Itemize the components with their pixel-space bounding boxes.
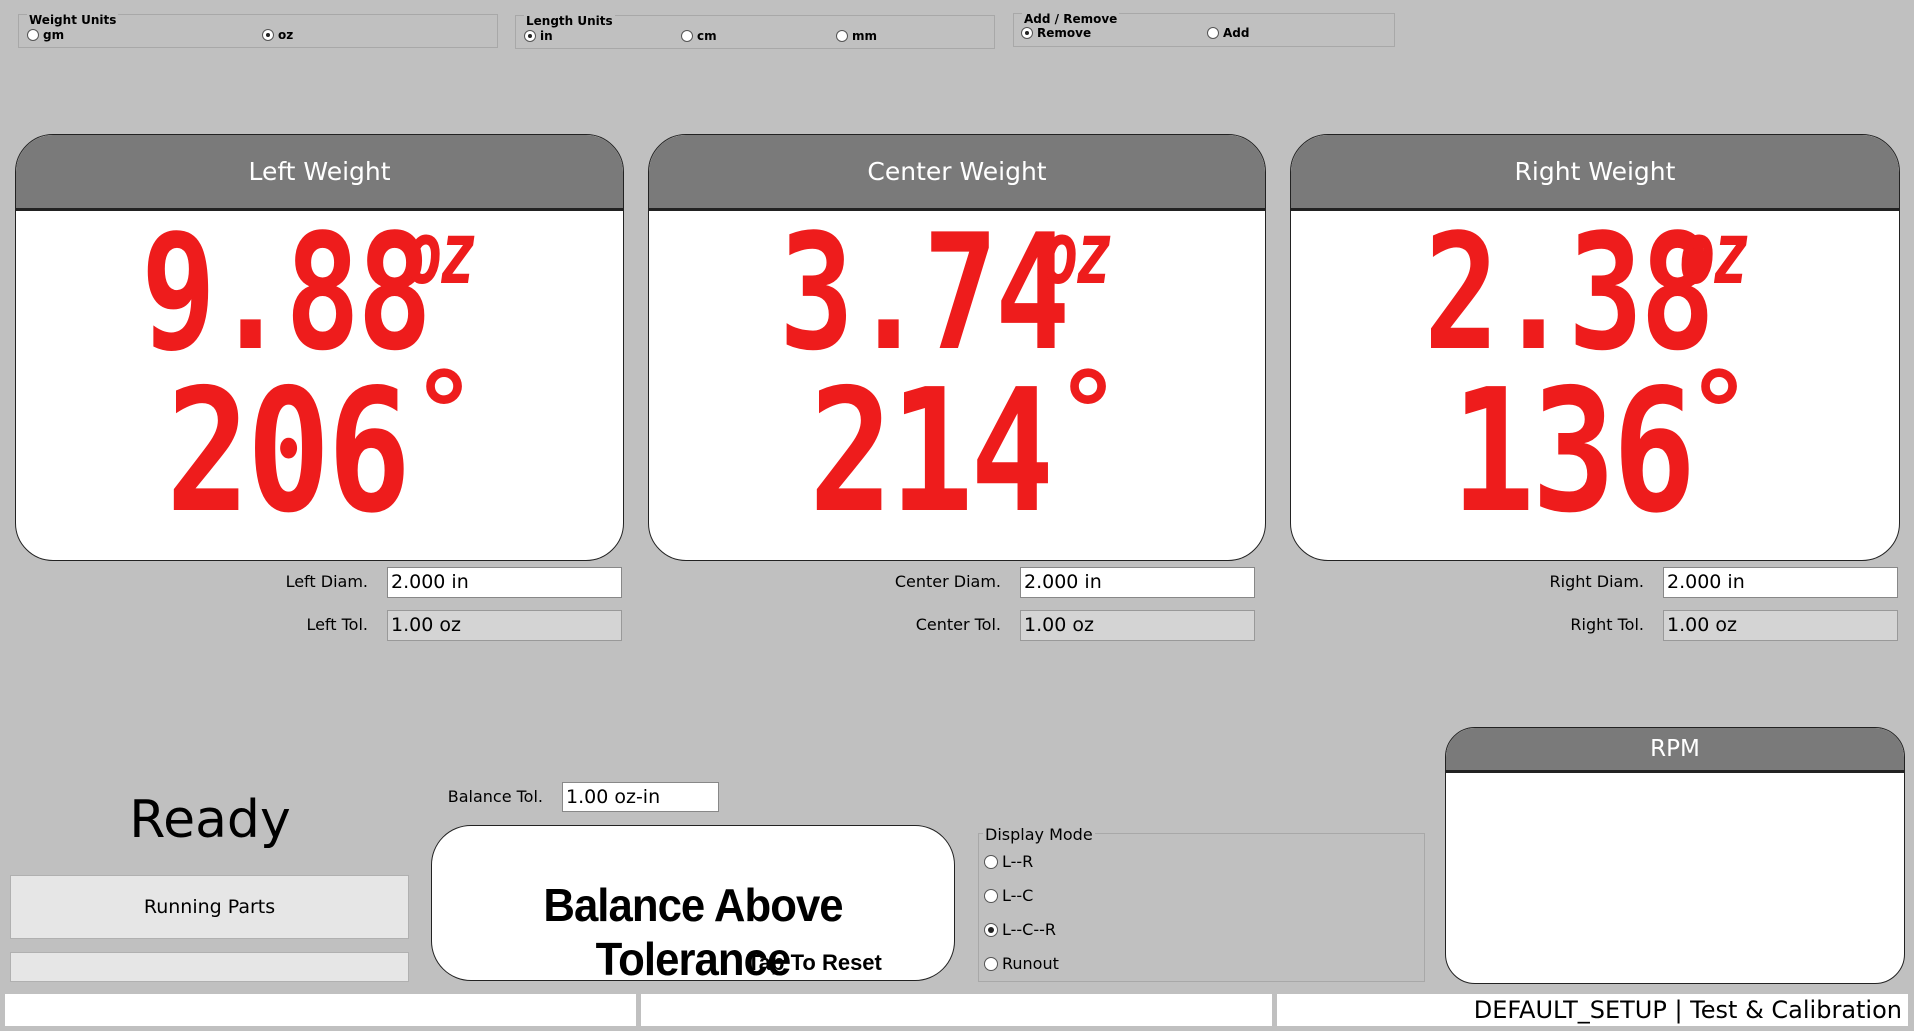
add-label: Add: [1223, 26, 1250, 40]
left-weight-unit: oz: [406, 204, 476, 304]
machine-state-text: Ready: [129, 790, 291, 850]
status-bar-cell-1: [5, 994, 636, 1026]
balance-tol-label: Balance Tol.: [447, 787, 543, 806]
add-option[interactable]: Add: [1207, 26, 1249, 40]
right-weight-unit: oz: [1679, 204, 1749, 304]
remove-label: Remove: [1037, 26, 1092, 40]
radio-button-selected[interactable]: [984, 922, 998, 937]
right-weight-value: 2.38: [1424, 199, 1715, 386]
weight-unit-oz-option[interactable]: oz: [262, 28, 293, 42]
center-weight-unit: oz: [1042, 204, 1112, 304]
center-weight-panel: Center Weight 3.74 oz 214 °: [648, 134, 1266, 561]
display-mode-l-r-option[interactable]: L--R: [984, 852, 1033, 871]
length-units-title: Length Units: [524, 14, 615, 28]
right-angle-value: 136: [1451, 353, 1696, 551]
center-tol-field: 1.00 oz: [1020, 610, 1255, 641]
remove-option[interactable]: Remove: [1021, 26, 1091, 40]
weight-unit-gm-label: gm: [43, 28, 65, 42]
radio-button[interactable]: [836, 30, 848, 42]
status-bar-cell-3: DEFAULT_SETUP | Test & Calibration: [1277, 994, 1908, 1026]
rpm-panel: RPM: [1445, 727, 1905, 984]
radio-button[interactable]: [984, 956, 998, 971]
display-mode-l-r-label: L--R: [1002, 852, 1034, 871]
center-degree-symbol: °: [1055, 348, 1121, 476]
radio-button-selected[interactable]: [524, 30, 536, 42]
left-degree-symbol: °: [411, 348, 477, 476]
display-mode-runout-label: Runout: [1002, 954, 1059, 973]
left-tol-field: 1.00 oz: [387, 610, 622, 641]
length-unit-mm-option[interactable]: mm: [836, 29, 877, 43]
length-units-group: Length Units in cm mm: [515, 14, 995, 49]
length-unit-in-label: in: [540, 29, 553, 43]
running-parts-button[interactable]: Running Parts: [10, 875, 409, 939]
center-tol-label: Center Tol.: [915, 615, 1001, 634]
length-unit-cm-label: cm: [697, 29, 717, 43]
center-angle-value: 214: [809, 353, 1054, 551]
right-diam-input[interactable]: 2.000 in: [1663, 567, 1898, 598]
display-mode-l-c-label: L--C: [1002, 886, 1034, 905]
tap-to-reset-hint: Tap To Reset: [747, 950, 882, 975]
left-diam-input[interactable]: 2.000 in: [387, 567, 622, 598]
display-mode-l-c-option[interactable]: L--C: [984, 886, 1033, 905]
display-mode-group: Display Mode L--R L--C L--C--R Runout: [978, 826, 1425, 982]
display-mode-l-c-r-option[interactable]: L--C--R: [984, 920, 1056, 939]
radio-button[interactable]: [984, 854, 998, 869]
center-diam-input[interactable]: 2.000 in: [1020, 567, 1255, 598]
left-angle-value: 206: [166, 353, 411, 551]
setup-name-text: DEFAULT_SETUP | Test & Calibration: [1473, 996, 1902, 1024]
left-weight-value: 9.88: [141, 199, 432, 386]
length-unit-in-option[interactable]: in: [524, 29, 553, 43]
status-bar-cell-2: [641, 994, 1272, 1026]
display-mode-runout-option[interactable]: Runout: [984, 954, 1059, 973]
left-diam-label: Left Diam.: [285, 572, 368, 591]
left-tol-label: Left Tol.: [306, 615, 368, 634]
radio-button-selected[interactable]: [262, 29, 274, 41]
left-weight-panel: Left Weight 9.88 oz 206 °: [15, 134, 624, 561]
progress-bar: [10, 952, 409, 982]
center-diam-label: Center Diam.: [894, 572, 1001, 591]
display-mode-l-c-r-label: L--C--R: [1002, 920, 1057, 939]
weight-unit-oz-label: oz: [278, 28, 294, 42]
right-diam-label: Right Diam.: [1549, 572, 1644, 591]
weight-unit-gm-option[interactable]: gm: [27, 28, 64, 42]
weight-units-title: Weight Units: [27, 13, 119, 27]
radio-button[interactable]: [984, 888, 998, 903]
radio-button[interactable]: [27, 29, 39, 41]
balance-tol-input[interactable]: 1.00 oz-in: [562, 782, 719, 812]
balance-alert-button[interactable]: Balance Above Tolerance Tap To Reset: [431, 825, 955, 985]
center-weight-value: 3.74: [779, 199, 1070, 386]
right-weight-panel: Right Weight 2.38 oz 136 °: [1290, 134, 1900, 561]
rpm-title: RPM: [1446, 728, 1904, 773]
display-mode-title: Display Mode: [983, 825, 1095, 844]
length-unit-mm-label: mm: [852, 29, 878, 43]
right-degree-symbol: °: [1686, 348, 1752, 476]
add-remove-group: Add / Remove Remove Add: [1013, 12, 1395, 47]
right-tol-label: Right Tol.: [1570, 615, 1644, 634]
weight-units-group: Weight Units gm oz: [18, 13, 498, 48]
right-tol-field: 1.00 oz: [1663, 610, 1898, 641]
radio-button[interactable]: [681, 30, 693, 42]
radio-button[interactable]: [1207, 27, 1219, 39]
radio-button-selected[interactable]: [1021, 27, 1033, 39]
add-remove-title: Add / Remove: [1022, 12, 1120, 26]
length-unit-cm-option[interactable]: cm: [681, 29, 717, 43]
